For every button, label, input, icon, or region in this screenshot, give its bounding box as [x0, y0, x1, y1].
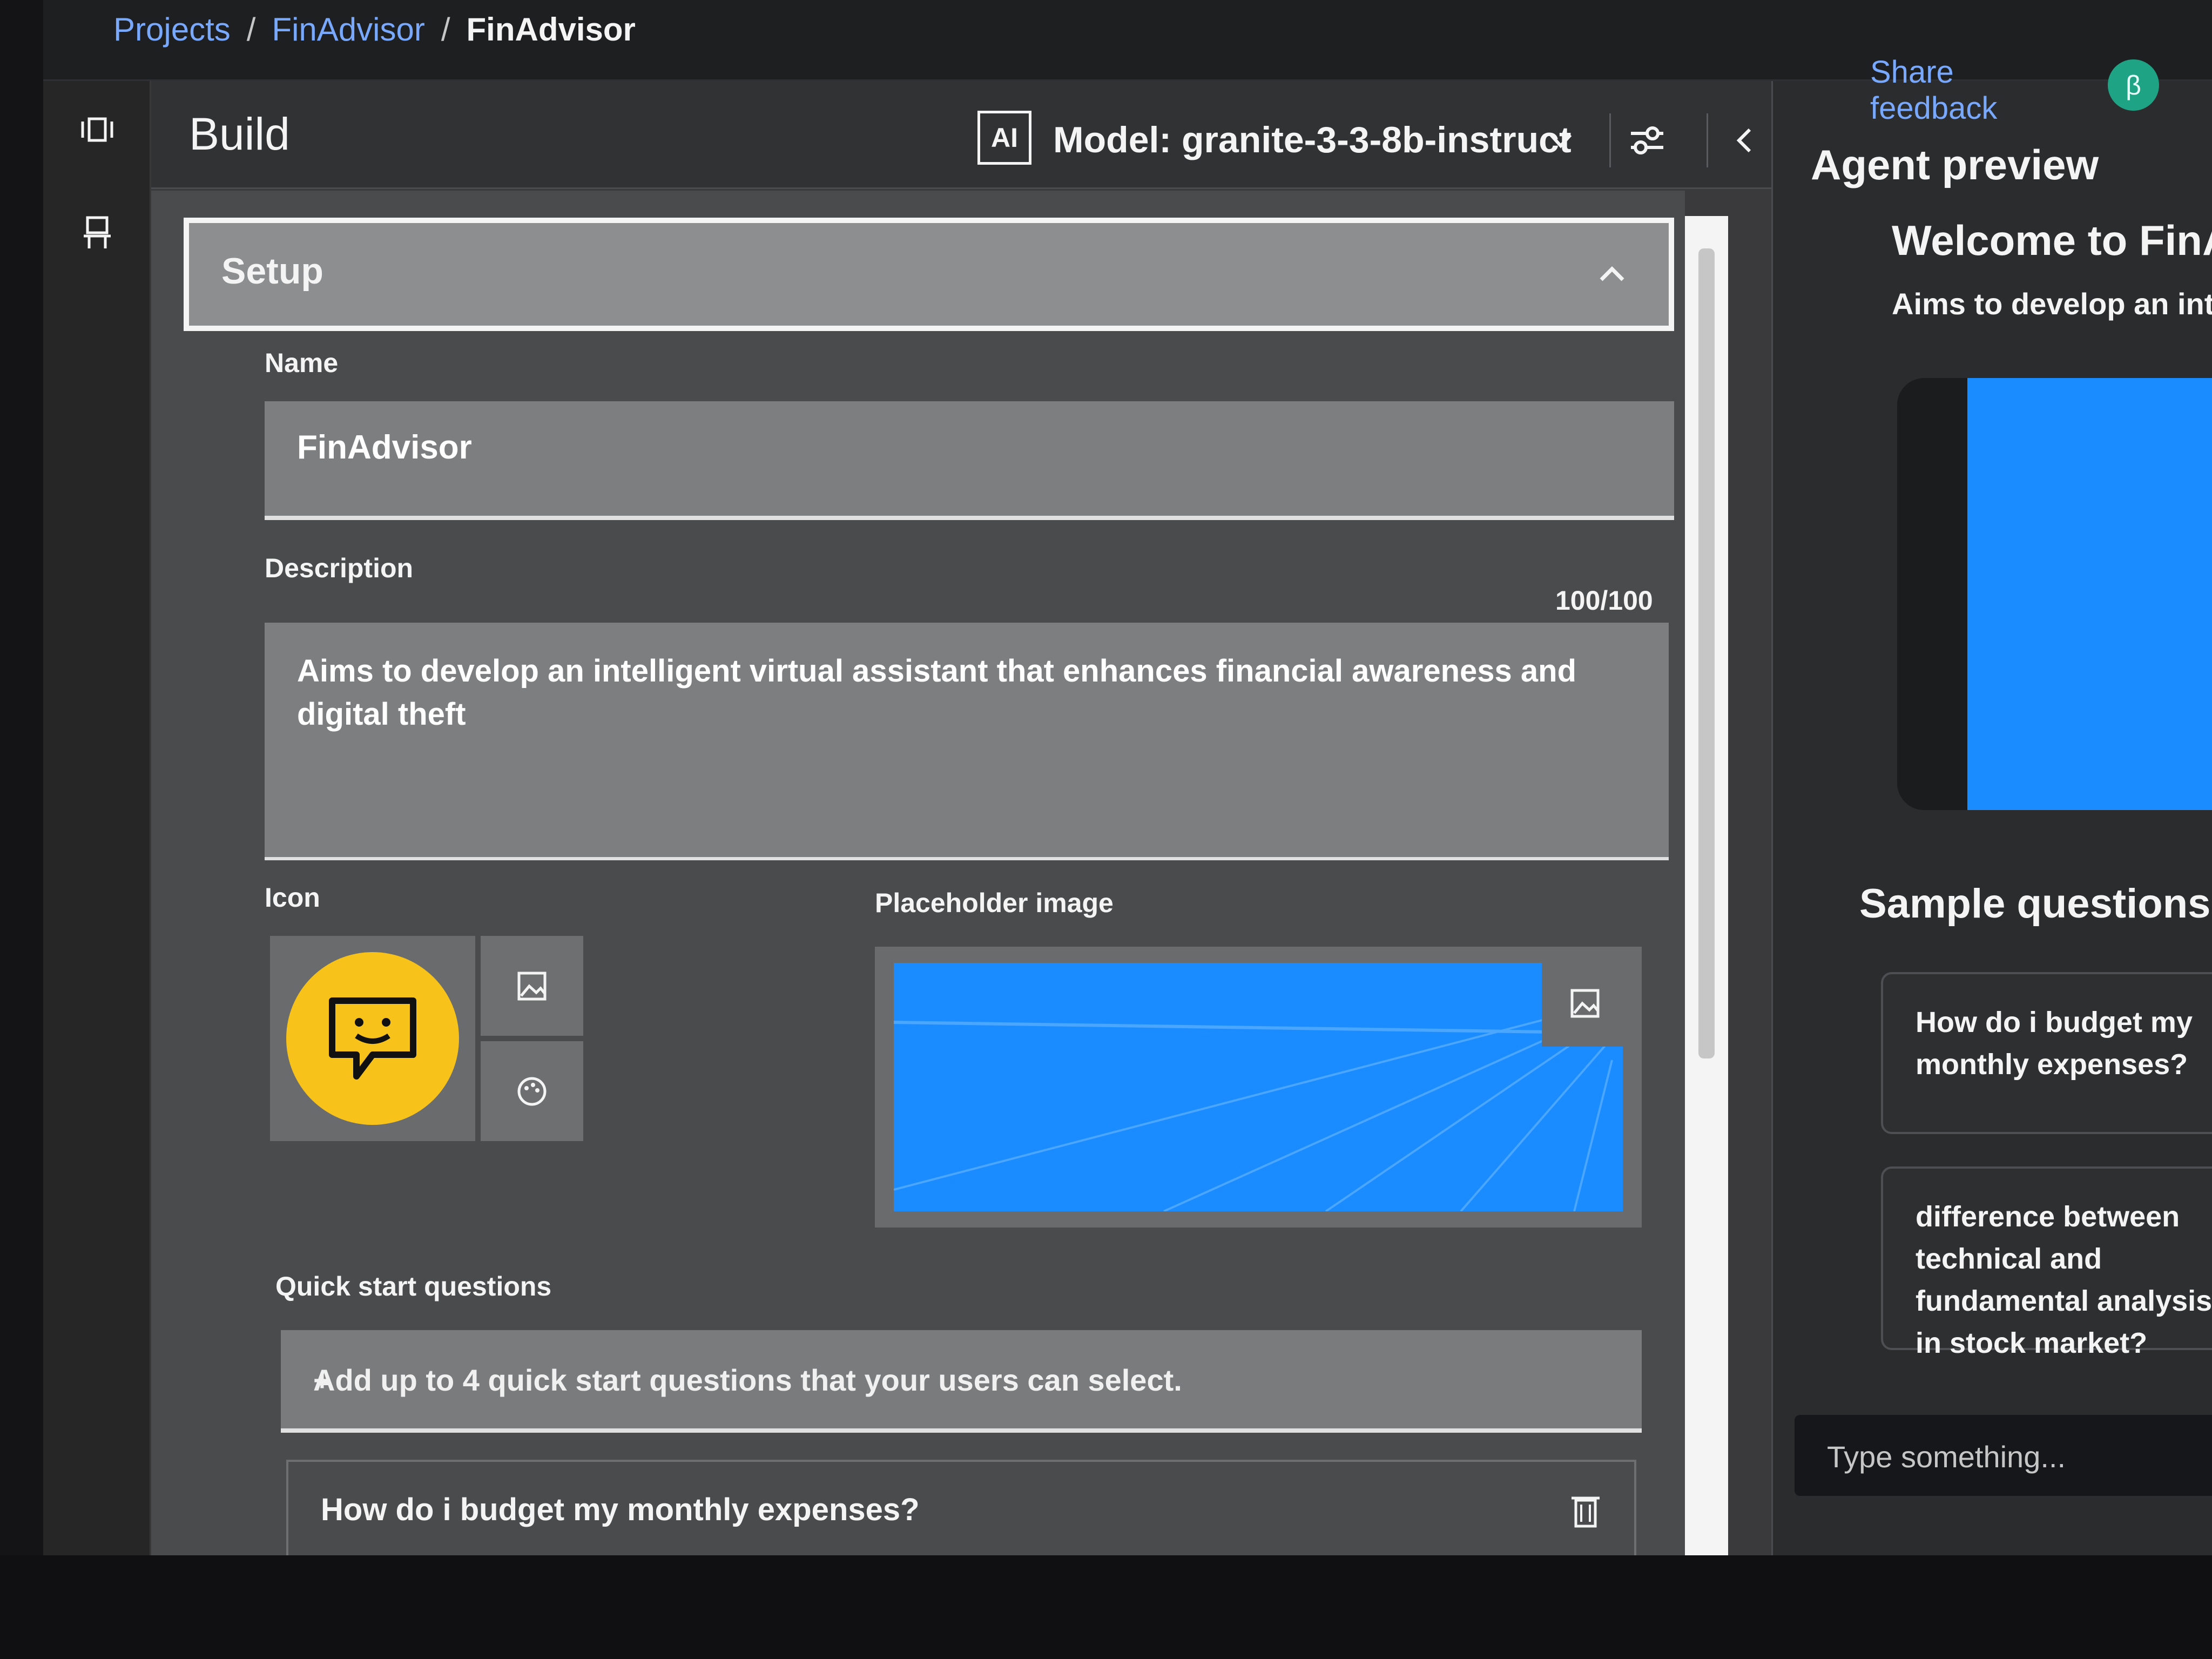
preview-image	[1897, 378, 2212, 810]
color-palette-button[interactable]	[481, 1041, 583, 1141]
breadcrumb-projects[interactable]: Projects	[113, 11, 231, 48]
upload-image-button[interactable]	[481, 936, 583, 1036]
quick-start-item-text: How do i budget my monthly expenses?	[321, 1492, 920, 1527]
image-icon	[517, 972, 547, 1000]
monitor-bezel-bottom	[0, 1555, 2212, 1659]
chat-input[interactable]: Type something...	[1795, 1415, 2212, 1496]
model-selector[interactable]: Model: granite-3-3-8b-instruct	[1053, 119, 1572, 161]
left-rail	[43, 81, 151, 1555]
agent-icon-preview	[270, 936, 475, 1141]
welcome-heading: Welcome to FinAdvisor	[1892, 217, 2212, 264]
breadcrumb-separator: /	[246, 11, 256, 48]
divider	[1609, 113, 1611, 167]
agent-icon[interactable]	[76, 211, 119, 254]
description-label: Description	[265, 553, 414, 583]
welcome-description: Aims to develop an intelligent virtual a…	[1892, 287, 2212, 321]
name-label: Name	[265, 348, 339, 378]
breadcrumb-separator: /	[441, 11, 450, 48]
scrollbar-thumb[interactable]	[1698, 248, 1715, 1058]
quick-start-input[interactable]: Add up to 4 quick start questions that y…	[281, 1330, 1642, 1433]
placeholder-image	[894, 963, 1623, 1211]
chevron-down-icon[interactable]	[1545, 124, 1577, 157]
chevron-up-icon[interactable]	[1593, 255, 1631, 293]
name-input[interactable]: FinAdvisor	[265, 401, 1674, 520]
quick-start-item: How do i budget my monthly expenses?	[286, 1460, 1636, 1555]
divider	[1707, 113, 1708, 167]
icon-label: Icon	[265, 882, 320, 913]
build-panel: Setup Name FinAdvisor Description 100/10…	[151, 191, 1685, 1555]
sample-question-card[interactable]: difference between technical and fundame…	[1881, 1166, 2212, 1359]
chevron-left-icon[interactable]	[1728, 122, 1761, 159]
change-placeholder-button[interactable]	[1542, 960, 1628, 1047]
monitor-bezel-left	[0, 0, 43, 1659]
avatar[interactable]: β	[2108, 59, 2159, 111]
trash-icon[interactable]	[1569, 1492, 1602, 1529]
image-icon	[1570, 989, 1600, 1018]
breadcrumb-project[interactable]: FinAdvisor	[272, 11, 424, 48]
agent-preview-title: Agent preview	[1811, 141, 2099, 188]
setup-title: Setup	[221, 251, 323, 292]
build-scrollbar[interactable]	[1685, 216, 1728, 1555]
agent-preview-panel: Share feedback β Agent preview Welcome t…	[1771, 55, 2212, 1555]
share-feedback-link[interactable]: Share feedback	[1870, 54, 2034, 126]
palette-icon	[517, 1077, 547, 1105]
carousel-icon[interactable]	[76, 108, 119, 151]
setup-accordion-header[interactable]: Setup	[184, 218, 1674, 331]
sample-questions-title: Sample questions	[1859, 881, 2211, 927]
description-counter: 100/100	[1555, 585, 1653, 616]
preview-image-fill	[1967, 378, 2212, 810]
breadcrumb-current: FinAdvisor	[466, 11, 636, 48]
build-header: Build AI Model: granite-3-3-8b-instruct	[151, 81, 1771, 189]
quick-start-label: Quick start questions	[275, 1271, 552, 1301]
settings-sliders-icon[interactable]	[1626, 122, 1669, 159]
placeholder-image-field	[875, 947, 1642, 1228]
sample-question-card[interactable]: How do i budget my monthly expenses?	[1881, 972, 2212, 1134]
add-question-button[interactable]: +	[313, 1363, 1604, 1398]
chat-face-icon	[286, 952, 459, 1125]
ai-badge: AI	[977, 111, 1031, 165]
description-textarea[interactable]: Aims to develop an intelligent virtual a…	[265, 623, 1669, 860]
app-window: Projects / FinAdvisor / FinAdvisor Build…	[43, 0, 2212, 1555]
placeholder-image-label: Placeholder image	[875, 888, 1114, 918]
build-title: Build	[189, 109, 290, 159]
breadcrumb: Projects / FinAdvisor / FinAdvisor	[113, 11, 636, 48]
